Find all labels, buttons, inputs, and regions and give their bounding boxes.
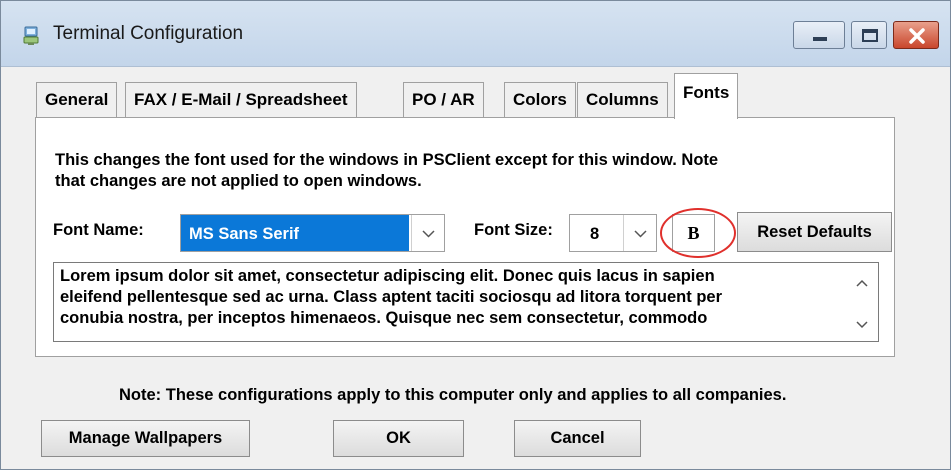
font-size-value: 8 [590, 225, 600, 243]
close-button[interactable] [893, 21, 939, 49]
maximize-button[interactable] [851, 21, 887, 49]
reset-defaults-button[interactable]: Reset Defaults [737, 212, 892, 252]
description-line-1: This changes the font used for the windo… [55, 151, 719, 169]
font-preview-textbox[interactable]: Lorem ipsum dolor sit amet, consectetur … [53, 262, 879, 342]
preview-line: Lorem ipsum dolor sit amet, consectetur … [60, 267, 715, 285]
chevron-up-icon[interactable] [846, 267, 878, 297]
preview-line: conubia nostra, per inceptos himenaeos. … [60, 309, 708, 327]
preview-line: eleifend pellentesque sed ac urna. Class… [60, 288, 722, 306]
chevron-down-icon [634, 230, 647, 238]
font-preview-text: Lorem ipsum dolor sit amet, consectetur … [60, 266, 840, 329]
font-size-label: Font Size: [474, 221, 553, 239]
preview-scrollbar[interactable] [846, 263, 878, 341]
close-icon [909, 28, 925, 44]
ok-button[interactable]: OK [333, 420, 464, 457]
cancel-button[interactable]: Cancel [514, 420, 641, 457]
minimize-icon [813, 37, 827, 41]
tab-fax-email-spreadsheet[interactable]: FAX / E-Mail / Spreadsheet [125, 82, 357, 118]
terminal-configuration-window: Terminal Configuration General FAX / E-M… [0, 0, 951, 470]
font-size-dropdown-arrow[interactable] [623, 215, 656, 251]
title-bar[interactable]: Terminal Configuration [1, 1, 950, 67]
minimize-button[interactable] [793, 21, 845, 49]
tab-po-ar[interactable]: PO / AR [403, 82, 484, 118]
terminal-app-icon [23, 26, 39, 45]
fonts-description: This changes the font used for the windo… [55, 150, 875, 192]
maximize-icon [862, 29, 878, 42]
tab-colors[interactable]: Colors [504, 82, 576, 118]
font-name-value: MS Sans Serif [181, 215, 409, 251]
tab-general[interactable]: General [36, 82, 118, 118]
description-line-2: that changes are not applied to open win… [55, 172, 422, 190]
font-name-dropdown[interactable]: MS Sans Serif [180, 214, 445, 252]
font-name-dropdown-arrow[interactable] [411, 215, 444, 251]
chevron-down-icon[interactable] [846, 311, 878, 341]
window-title: Terminal Configuration [53, 23, 244, 44]
chevron-down-icon [422, 230, 435, 238]
tab-fonts[interactable]: Fonts [674, 73, 739, 119]
font-size-dropdown[interactable]: 8 [569, 214, 657, 252]
tab-columns[interactable]: Columns [577, 82, 668, 118]
configuration-note: Note: These configurations apply to this… [119, 386, 787, 404]
manage-wallpapers-button[interactable]: Manage Wallpapers [41, 420, 250, 457]
font-name-label: Font Name: [53, 221, 144, 239]
bold-toggle-button[interactable]: B [672, 214, 715, 252]
